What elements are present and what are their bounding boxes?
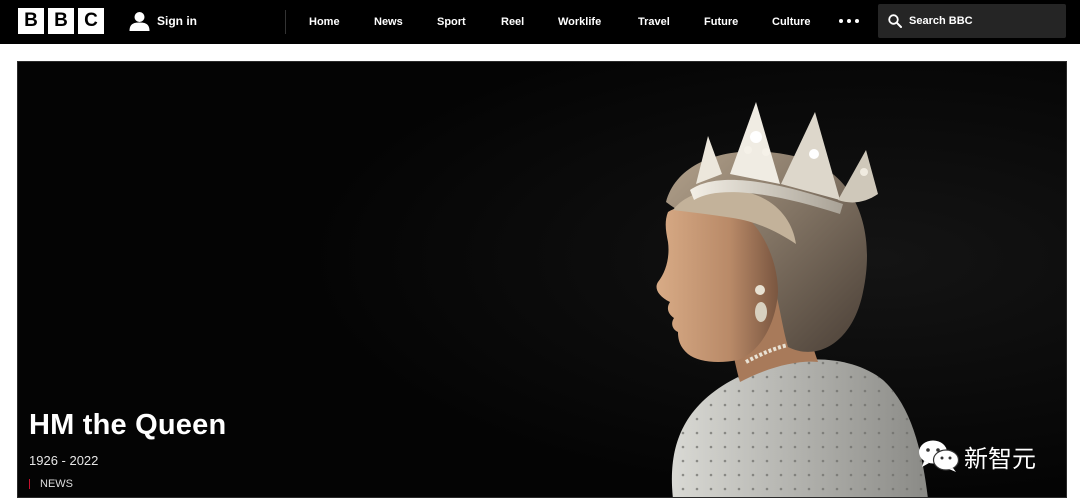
top-navigation-bar: B B C Sign in Home News Sport Reel Workl… [0, 0, 1080, 44]
nav-home[interactable]: Home [309, 14, 340, 30]
user-icon [129, 12, 150, 31]
nav-reel[interactable]: Reel [501, 14, 524, 30]
nav-future[interactable]: Future [704, 14, 738, 30]
wechat-icon [919, 440, 960, 472]
search-bar[interactable]: Search BBC [878, 4, 1066, 38]
xinzhiyuan-watermark: 新智元 [918, 436, 1036, 476]
nav-sport[interactable]: Sport [437, 14, 466, 30]
news-tag-label: NEWS [40, 478, 73, 490]
nav-news[interactable]: News [374, 14, 403, 30]
news-tag-link[interactable]: NEWS [29, 478, 73, 490]
logo-letter-b2: B [48, 8, 74, 34]
hero-title[interactable]: HM the Queen [29, 409, 226, 442]
nav-travel[interactable]: Travel [638, 14, 670, 30]
hero-dates: 1926 - 2022 [29, 453, 99, 468]
logo-letter-b1: B [18, 8, 44, 34]
nav-worklife[interactable]: Worklife [558, 14, 601, 30]
sign-in-button[interactable]: Sign in [129, 10, 197, 32]
sign-in-label: Sign in [157, 14, 197, 28]
nav-culture[interactable]: Culture [772, 14, 811, 30]
search-placeholder: Search BBC [909, 15, 973, 27]
more-dots-icon[interactable] [839, 12, 859, 30]
bbc-logo[interactable]: B B C [18, 8, 104, 34]
logo-letter-c: C [78, 8, 104, 34]
search-icon [888, 14, 902, 28]
watermark-text: 新智元 [964, 445, 1036, 473]
nav-divider [285, 10, 286, 34]
hero-story-card[interactable]: HM the Queen 1926 - 2022 NEWS [17, 61, 1067, 498]
tag-accent-bar [29, 479, 30, 489]
